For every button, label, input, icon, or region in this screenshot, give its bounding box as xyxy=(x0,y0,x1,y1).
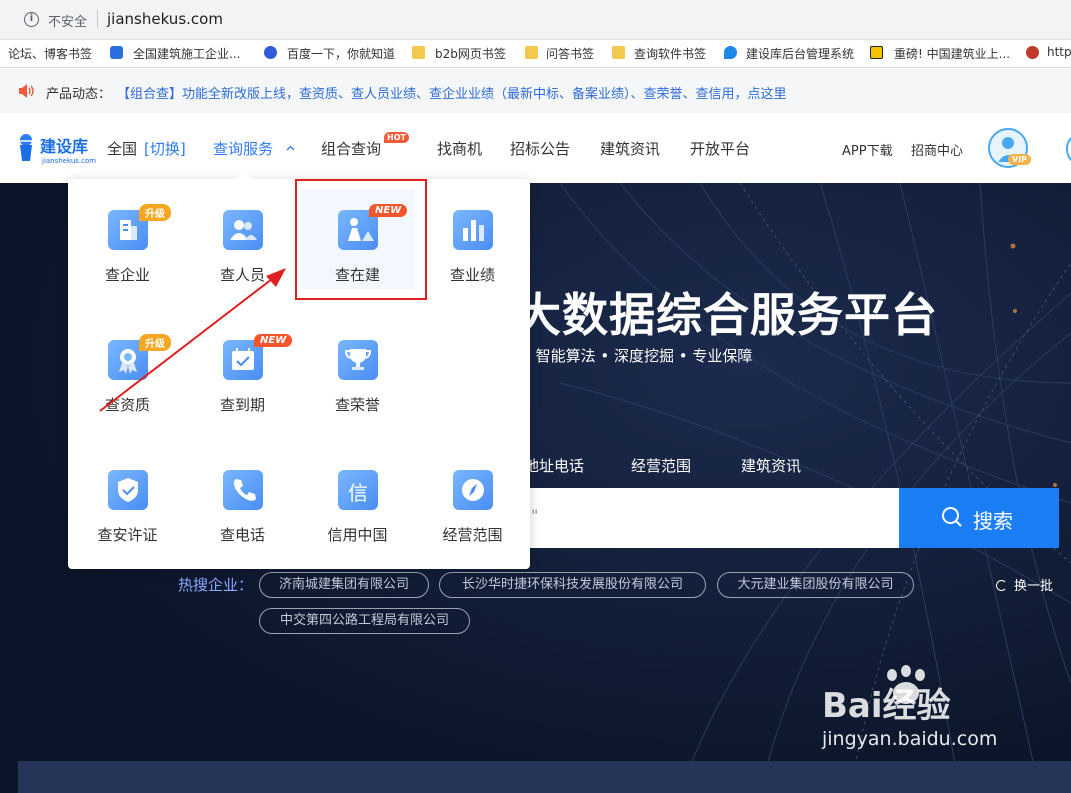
highlight-box xyxy=(295,179,427,300)
hot-badge: HOT xyxy=(384,132,409,143)
site-header: 建设库 jianshekus.com 全国 [切换] 查询服务 组合查询 HOT… xyxy=(0,113,1071,183)
hero-title: 大数据综合服务平台 xyxy=(515,288,938,342)
nav-news[interactable]: 建筑资讯 xyxy=(600,138,660,159)
bookmark-item[interactable]: 全国建筑施工企业... xyxy=(133,45,240,62)
menu-item-company[interactable]: 升级 查企业 xyxy=(70,189,185,289)
bar-chart-icon xyxy=(453,210,493,250)
search-button[interactable]: 搜索 xyxy=(899,488,1059,548)
menu-item-qualification[interactable]: 升级 查资质 xyxy=(70,319,185,419)
nav-tender[interactable]: 招标公告 xyxy=(510,138,570,159)
phone-icon xyxy=(223,470,263,510)
menu-item-phone[interactable]: 查电话 xyxy=(185,449,300,549)
region-label: 全国 xyxy=(107,140,138,158)
speaker-icon xyxy=(19,84,34,98)
app-download-link[interactable]: APP下载 xyxy=(842,140,893,159)
menu-item-safety-license[interactable]: 查安许证 xyxy=(70,449,185,549)
people-icon xyxy=(223,210,263,250)
upgrade-badge: 升级 xyxy=(139,204,171,221)
hot-company-chip[interactable]: 长沙华时捷环保科技发展股份有限公司 xyxy=(439,572,706,598)
s-logo-icon xyxy=(870,46,883,59)
bookmark-item[interactable]: 论坛、博客书签 xyxy=(8,45,92,62)
menu-item-label: 经营范围 xyxy=(442,526,503,544)
browser-address-bar: i 不安全 jianshekus.com xyxy=(0,0,1071,40)
notice-link[interactable]: 【组合查】功能全新改版上线，查资质、查人员业绩、查企业业绩（最新中标、备案业绩）… xyxy=(117,83,787,102)
trophy-icon xyxy=(338,340,378,380)
menu-item-personnel[interactable]: 查人员 xyxy=(185,189,300,289)
bookmark-item[interactable]: http xyxy=(1047,45,1071,59)
drop-icon xyxy=(724,46,737,59)
tab-address-phone[interactable]: 地址电话 xyxy=(524,455,584,476)
globe-icon xyxy=(1026,46,1039,59)
url-field[interactable]: jianshekus.com xyxy=(107,10,223,28)
divider xyxy=(97,10,98,28)
menu-item-honor[interactable]: 查荣誉 xyxy=(300,319,415,419)
menu-item-label: 查人员 xyxy=(219,266,265,284)
bookmark-item[interactable]: 重磅! 中国建筑业上... xyxy=(894,45,1010,62)
hot-company-chip[interactable]: 济南城建集团有限公司 xyxy=(259,572,429,598)
hot-company-chip[interactable]: 中交第四公路工程局有限公司 xyxy=(259,608,470,634)
menu-item-label: 查安许证 xyxy=(97,526,158,544)
baidu-watermark-url: jingyan.baidu.com xyxy=(822,728,998,750)
shield-check-icon xyxy=(108,470,148,510)
menu-item-label: 查荣誉 xyxy=(334,396,380,414)
info-icon[interactable]: i xyxy=(24,12,39,27)
nav-query-service[interactable]: 查询服务 xyxy=(213,138,273,159)
notice-bar: 产品动态： 【组合查】功能全新改版上线，查资质、查人员业绩、查企业业绩（最新中标… xyxy=(0,69,1071,113)
bottom-panel xyxy=(18,761,1071,793)
notice-label: 产品动态： xyxy=(46,87,112,102)
bookmark-item[interactable]: 问答书签 xyxy=(546,45,594,62)
security-label: 不安全 xyxy=(48,15,88,30)
bookmark-item[interactable]: 查询软件书签 xyxy=(634,45,706,62)
refresh-label: 换一批 xyxy=(1014,579,1054,594)
tab-building-news[interactable]: 建筑资讯 xyxy=(741,455,801,476)
merchant-center-link[interactable]: 招商中心 xyxy=(911,140,963,159)
bookmark-item[interactable]: 建设库后台管理系统 xyxy=(746,45,854,62)
hot-search-label: 热搜企业： xyxy=(178,576,254,594)
nav-business[interactable]: 找商机 xyxy=(437,138,482,159)
menu-item-label: 查业绩 xyxy=(449,266,495,284)
hot-company-chip[interactable]: 大元建业集团股份有限公司 xyxy=(717,572,914,598)
search-button-label: 搜索 xyxy=(973,509,1013,533)
tab-business-scope[interactable]: 经营范围 xyxy=(631,455,691,476)
new-badge: NEW xyxy=(254,334,293,347)
bookmark-item[interactable]: b2b网页书签 xyxy=(435,45,506,62)
logo-en: jianshekus.com xyxy=(42,157,97,165)
baidu-watermark: Bai经验 xyxy=(822,686,951,726)
shield-icon xyxy=(110,46,123,59)
upgrade-badge: 升级 xyxy=(139,334,171,351)
site-logo[interactable]: 建设库 jianshekus.com xyxy=(16,131,96,171)
menu-item-credit-china[interactable]: 信 信用中国 xyxy=(300,449,415,549)
compass-icon xyxy=(453,470,493,510)
region-switch-link[interactable]: [切换] xyxy=(144,138,186,159)
bookmarks-bar: 论坛、博客书签 全国建筑施工企业... 百度一下，你就知道 b2b网页书签 问答… xyxy=(0,40,1071,68)
refresh-icon xyxy=(996,580,1007,591)
folder-icon xyxy=(612,46,625,59)
refresh-button[interactable]: 换一批 xyxy=(996,575,1053,594)
nav-open-platform[interactable]: 开放平台 xyxy=(690,138,750,159)
search-input[interactable]: " xyxy=(529,488,899,548)
logo-cn: 建设库 xyxy=(40,137,89,156)
menu-item-business-scope[interactable]: 经营范围 xyxy=(415,449,530,549)
logo-mark-icon xyxy=(18,134,34,161)
icon-glyph: 信 xyxy=(348,481,368,505)
vip-badge: VIP xyxy=(1008,154,1032,165)
chevron-up-icon xyxy=(286,145,295,151)
menu-item-label: 查资质 xyxy=(104,396,150,414)
xin-character-icon: 信 xyxy=(338,470,378,510)
search-placeholder: " xyxy=(531,506,539,525)
folder-icon xyxy=(525,46,538,59)
menu-item-label: 查企业 xyxy=(104,266,150,284)
folder-icon xyxy=(412,46,425,59)
menu-item-performance[interactable]: 查业绩 xyxy=(415,189,530,289)
hero-subtitle: • 智能算法 • 深度挖掘 • 专业保障 xyxy=(522,347,753,365)
avatar-partial[interactable] xyxy=(1066,135,1071,163)
search-icon xyxy=(942,507,962,527)
menu-item-label: 查到期 xyxy=(219,396,265,414)
menu-item-label: 信用中国 xyxy=(327,526,388,544)
menu-item-expiry[interactable]: NEW 查到期 xyxy=(185,319,300,419)
baidu-paw-icon xyxy=(264,46,277,59)
bookmark-item[interactable]: 百度一下，你就知道 xyxy=(287,45,395,62)
nav-combo-query[interactable]: 组合查询 xyxy=(321,138,381,159)
menu-item-label: 查电话 xyxy=(219,526,265,544)
